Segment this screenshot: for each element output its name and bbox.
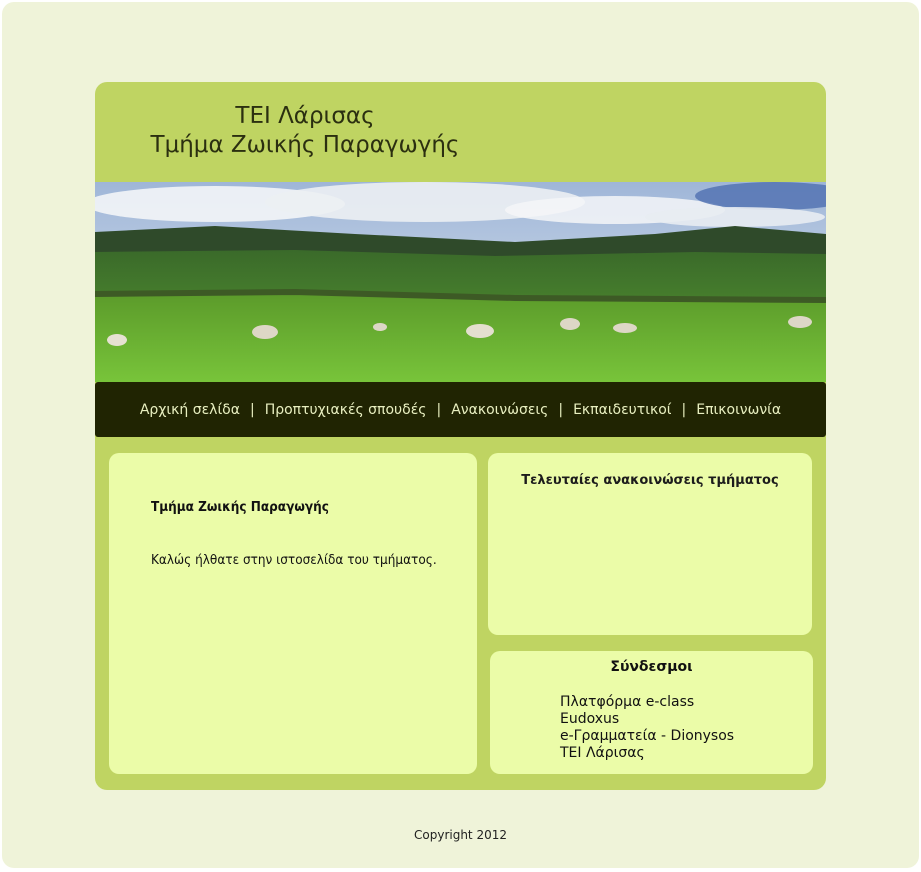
link-dionysos[interactable]: e-Γραμματεία - Dionysos (560, 728, 734, 745)
links-list: Πλατφόρμα e-class Eudoxus e-Γραμματεία -… (560, 694, 734, 762)
site-title: ΤΕΙ Λάρισας Τμήμα Ζωικής Παραγωγής (125, 102, 485, 160)
nav-announcements[interactable]: Ανακοινώσεις (451, 402, 548, 418)
link-eudoxus[interactable]: Eudoxus (560, 711, 734, 728)
nav-separator: | (558, 401, 564, 418)
link-eclass[interactable]: Πλατφόρμα e-class (560, 694, 734, 711)
main-content-panel: Τμήμα Ζωικής Παραγωγής Καλώς ήλθατε στην… (109, 453, 477, 774)
nav-separator: | (249, 401, 255, 418)
nav-home[interactable]: Αρχική σελίδα (140, 402, 240, 418)
announcements-heading: Τελευταίες ανακοινώσεις τμήματος (521, 473, 779, 488)
link-tei-larisas[interactable]: ΤΕΙ Λάρισας (560, 745, 734, 762)
footer-copyright: Copyright 2012 (414, 828, 507, 842)
nav-separator: | (681, 401, 687, 418)
site-container: ΤΕΙ Λάρισας Τμήμα Ζωικής Παραγωγής Αρχικ… (95, 82, 826, 790)
links-panel: Σύνδεσμοι Πλατφόρμα e-class Eudoxus e-Γρ… (490, 651, 813, 774)
pasture-landscape-image (95, 182, 826, 382)
nav-separator: | (436, 401, 442, 418)
site-title-line1: ΤΕΙ Λάρισας (235, 103, 375, 129)
welcome-text: Καλώς ήλθατε στην ιστοσελίδα του τμήματο… (151, 553, 437, 568)
announcements-panel: Τελευταίες ανακοινώσεις τμήματος (488, 453, 812, 635)
main-navigation: Αρχική σελίδα | Προπτυχιακές σπουδές | Α… (95, 382, 826, 437)
main-heading: Τμήμα Ζωικής Παραγωγής (151, 500, 329, 515)
links-heading: Σύνδεσμοι (610, 659, 693, 675)
nav-contact[interactable]: Επικοινωνία (696, 402, 781, 418)
site-title-line2: Τμήμα Ζωικής Παραγωγής (150, 132, 460, 158)
nav-undergraduate-studies[interactable]: Προπτυχιακές σπουδές (265, 402, 427, 418)
nav-faculty[interactable]: Εκπαιδευτικοί (573, 402, 671, 418)
